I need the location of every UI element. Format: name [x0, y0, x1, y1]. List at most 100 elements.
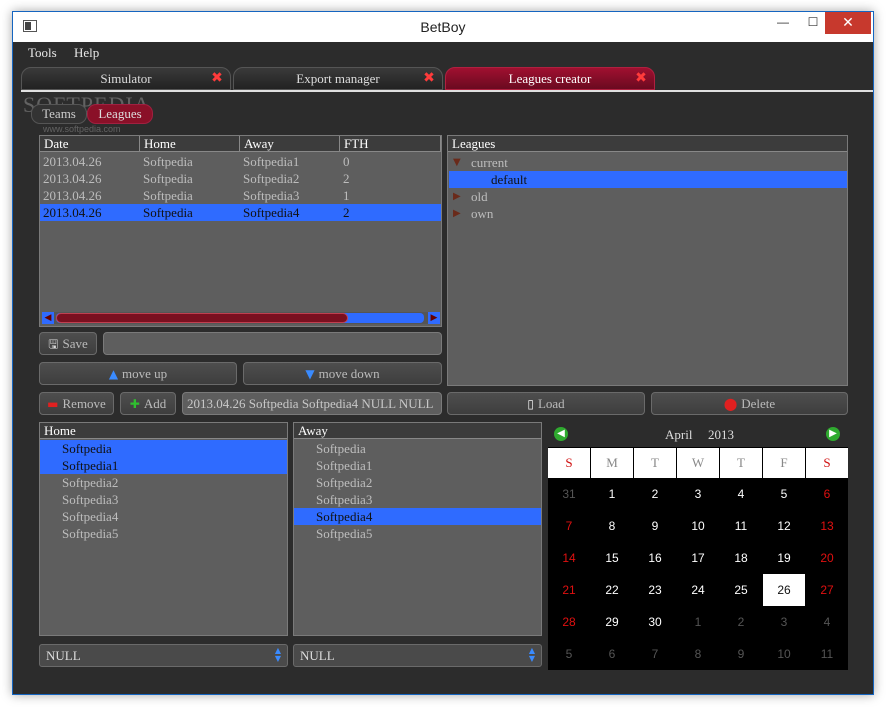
scroll-left-icon[interactable]: ◀: [42, 312, 54, 324]
calendar-day[interactable]: 20: [806, 542, 848, 574]
calendar-day[interactable]: 11: [806, 638, 848, 670]
calendar-day[interactable]: 25: [720, 574, 762, 606]
calendar-day[interactable]: 7: [634, 638, 676, 670]
list-item[interactable]: Softpedia2: [40, 474, 287, 491]
collapsed-arrow-icon[interactable]: ▶: [453, 205, 465, 222]
away-header[interactable]: Away: [294, 423, 541, 439]
scroll-thumb[interactable]: [56, 313, 348, 323]
list-item[interactable]: Softpedia4: [40, 508, 287, 525]
calendar-day[interactable]: 12: [763, 510, 805, 542]
calendar-day[interactable]: 10: [677, 510, 719, 542]
remove-button[interactable]: ▬ Remove: [39, 392, 114, 415]
table-row[interactable]: 2013.04.26 Softpedia Softpedia3 1: [40, 187, 441, 204]
calendar-day[interactable]: 14: [548, 542, 590, 574]
expanded-arrow-icon[interactable]: ▼: [453, 154, 465, 171]
calendar-day[interactable]: 1: [677, 606, 719, 638]
column-away[interactable]: Away: [240, 136, 340, 152]
tab-leagues-creator[interactable]: Leagues creator ✖: [445, 67, 655, 90]
delete-button[interactable]: ⬤ Delete: [651, 392, 848, 415]
maximize-button[interactable]: ☐: [799, 12, 827, 34]
list-item[interactable]: Softpedia1: [294, 457, 541, 474]
calendar-day[interactable]: 6: [591, 638, 633, 670]
calendar-day[interactable]: 8: [677, 638, 719, 670]
subtab-teams[interactable]: Teams: [31, 104, 87, 124]
tree-item-current[interactable]: ▼ current: [453, 154, 833, 171]
scroll-right-icon[interactable]: ▶: [428, 312, 440, 324]
spin-arrows-icon[interactable]: ▲ ▼: [272, 647, 284, 664]
close-button[interactable]: ✕: [825, 12, 871, 34]
calendar-day[interactable]: 10: [763, 638, 805, 670]
home-header[interactable]: Home: [40, 423, 287, 439]
list-item[interactable]: Softpedia5: [294, 525, 541, 542]
match-summary-field[interactable]: 2013.04.26 Softpedia Softpedia4 NULL NUL…: [182, 392, 442, 415]
previous-month-icon[interactable]: ◀: [554, 427, 568, 441]
list-item[interactable]: Softpedia: [40, 440, 287, 457]
calendar-day[interactable]: 11: [720, 510, 762, 542]
calendar-year[interactable]: 2013: [708, 427, 734, 443]
calendar-day[interactable]: 23: [634, 574, 676, 606]
tree-item-old[interactable]: ▶ old: [453, 188, 833, 205]
menu-help[interactable]: Help: [74, 45, 99, 61]
next-month-icon[interactable]: ▶: [826, 427, 840, 441]
calendar-day[interactable]: 21: [548, 574, 590, 606]
calendar-day[interactable]: 13: [806, 510, 848, 542]
calendar-day[interactable]: 16: [634, 542, 676, 574]
list-item[interactable]: Softpedia5: [40, 525, 287, 542]
table-row[interactable]: 2013.04.26 Softpedia Softpedia4 2: [40, 204, 441, 221]
calendar-day[interactable]: 7: [548, 510, 590, 542]
calendar-day[interactable]: 4: [720, 478, 762, 510]
list-item[interactable]: Softpedia3: [294, 491, 541, 508]
save-button[interactable]: 🖫 Save: [39, 332, 97, 355]
leagues-header[interactable]: Leagues: [448, 136, 847, 152]
calendar-day[interactable]: 24: [677, 574, 719, 606]
calendar-day[interactable]: 27: [806, 574, 848, 606]
close-tab-icon[interactable]: ✖: [634, 71, 648, 85]
calendar-day[interactable]: 1: [591, 478, 633, 510]
calendar-day[interactable]: 18: [720, 542, 762, 574]
calendar-month[interactable]: April: [665, 427, 692, 443]
subtab-leagues[interactable]: Leagues: [87, 104, 153, 124]
spin-arrows-icon[interactable]: ▲ ▼: [526, 647, 538, 664]
move-down-button[interactable]: ▼ move down: [243, 362, 442, 385]
calendar-day[interactable]: 31: [548, 478, 590, 510]
calendar-day[interactable]: 9: [720, 638, 762, 670]
calendar-day[interactable]: 22: [591, 574, 633, 606]
collapsed-arrow-icon[interactable]: ▶: [453, 188, 465, 205]
list-item[interactable]: Softpedia2: [294, 474, 541, 491]
tab-export-manager[interactable]: Export manager ✖: [233, 67, 443, 90]
horizontal-scrollbar[interactable]: ◀ ▶: [42, 312, 440, 324]
home-combo[interactable]: NULL ▲ ▼: [39, 644, 288, 667]
add-button[interactable]: ✚ Add: [120, 392, 176, 415]
column-fth[interactable]: FTH: [340, 136, 441, 152]
close-tab-icon[interactable]: ✖: [210, 71, 224, 85]
move-up-button[interactable]: ▲ move up: [39, 362, 237, 385]
table-row[interactable]: 2013.04.26 Softpedia Softpedia2 2: [40, 170, 441, 187]
save-name-input[interactable]: [103, 332, 442, 355]
calendar-day[interactable]: 5: [548, 638, 590, 670]
calendar-day[interactable]: 8: [591, 510, 633, 542]
minimize-button[interactable]: —: [769, 12, 797, 34]
calendar-day[interactable]: 2: [634, 478, 676, 510]
calendar-day[interactable]: 4: [806, 606, 848, 638]
tree-item-default[interactable]: default: [449, 171, 847, 188]
calendar-day[interactable]: 29: [591, 606, 633, 638]
tree-item-own[interactable]: ▶ own: [453, 205, 833, 222]
table-row[interactable]: 2013.04.26 Softpedia Softpedia1 0: [40, 153, 441, 170]
list-item[interactable]: Softpedia: [294, 440, 541, 457]
load-button[interactable]: ▯ Load: [447, 392, 645, 415]
calendar-day[interactable]: 26: [763, 574, 805, 606]
list-item[interactable]: Softpedia4: [294, 508, 541, 525]
calendar-day[interactable]: 19: [763, 542, 805, 574]
calendar-day[interactable]: 15: [591, 542, 633, 574]
away-combo[interactable]: NULL ▲ ▼: [293, 644, 542, 667]
calendar-day[interactable]: 28: [548, 606, 590, 638]
list-item[interactable]: Softpedia1: [40, 457, 287, 474]
close-tab-icon[interactable]: ✖: [422, 71, 436, 85]
column-date[interactable]: Date: [40, 136, 140, 152]
calendar-day[interactable]: 9: [634, 510, 676, 542]
calendar-day[interactable]: 3: [763, 606, 805, 638]
calendar-day[interactable]: 5: [763, 478, 805, 510]
calendar-day[interactable]: 6: [806, 478, 848, 510]
list-item[interactable]: Softpedia3: [40, 491, 287, 508]
calendar-day[interactable]: 30: [634, 606, 676, 638]
